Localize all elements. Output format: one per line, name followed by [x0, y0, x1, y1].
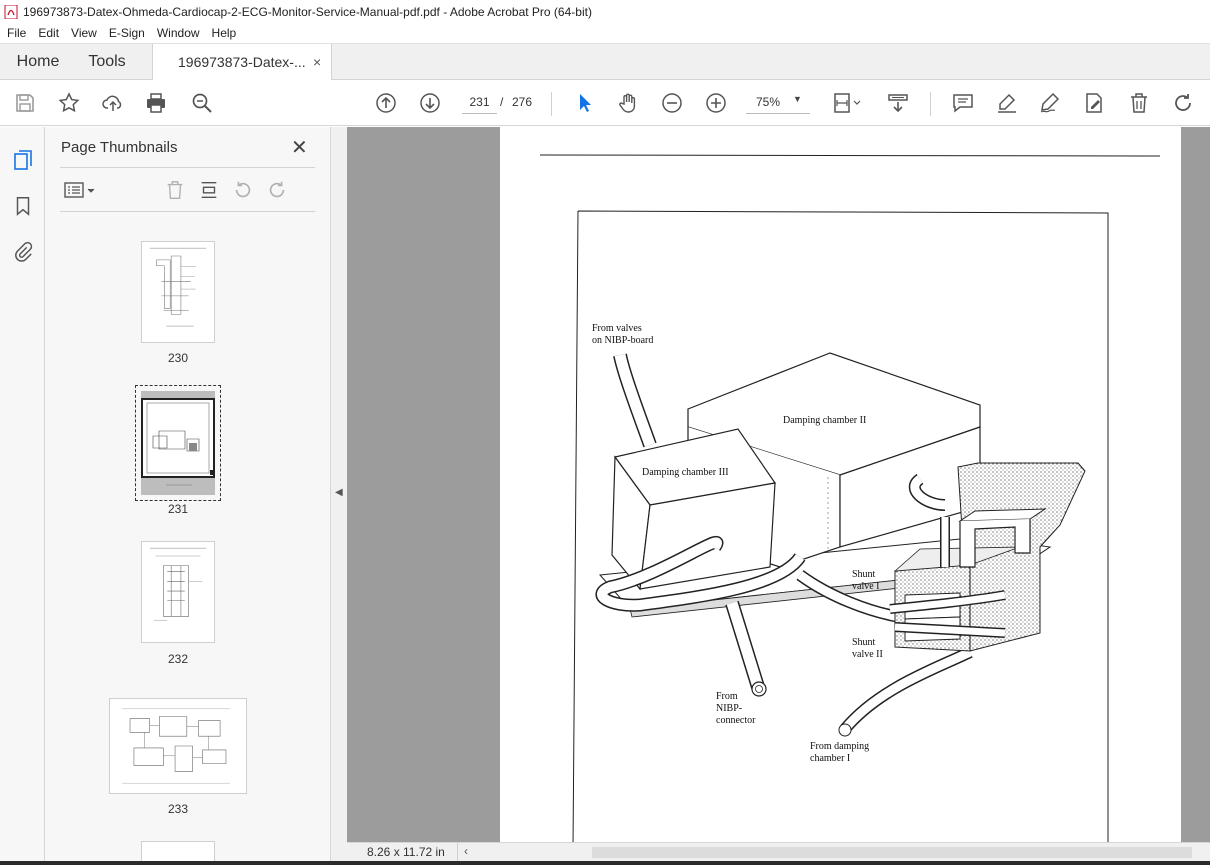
bookmark-star-icon[interactable]: [55, 89, 83, 117]
edit-icon[interactable]: [1080, 89, 1108, 117]
divider: [60, 167, 315, 168]
tab-close-icon[interactable]: ×: [313, 44, 321, 80]
tab-tools[interactable]: Tools: [76, 44, 138, 80]
label-from-nibp-1: From: [716, 691, 738, 702]
upload-icon[interactable]: [99, 89, 127, 117]
page-down-icon[interactable]: [416, 89, 444, 117]
menu-bar: File Edit View E-Sign Window Help: [0, 23, 1210, 43]
thumbnail-page-number: 233: [167, 802, 189, 816]
tab-document-label: 196973873-Datex-...: [178, 54, 306, 70]
zoom-in-icon[interactable]: [702, 89, 730, 117]
comment-icon[interactable]: [949, 89, 977, 117]
delete-page-icon[interactable]: [162, 177, 188, 203]
save-icon[interactable]: [11, 89, 39, 117]
thumbnail-page-number: 230: [167, 351, 189, 365]
thumbnail-panel: Page Thumbnails ✕ 230 231 232 233: [45, 127, 364, 865]
bookmark-icon[interactable]: [10, 193, 36, 219]
page-up-icon[interactable]: [372, 89, 400, 117]
page-thumbnails-icon[interactable]: [10, 147, 36, 173]
menu-help[interactable]: Help: [205, 26, 242, 40]
thumbnail-page[interactable]: [141, 841, 215, 861]
chevron-down-icon: ▼: [793, 94, 802, 104]
horizontal-scrollbar-thumb[interactable]: [592, 847, 1192, 858]
sign-icon[interactable]: [1036, 89, 1064, 117]
options-menu-icon[interactable]: [60, 177, 100, 203]
thumbnail-page[interactable]: [141, 241, 215, 343]
document-view[interactable]: From valves on NIBP-board Damping chambe…: [347, 127, 1210, 842]
page-diagram: From valves on NIBP-board Damping chambe…: [539, 154, 1161, 842]
menu-esign[interactable]: E-Sign: [102, 26, 150, 40]
page-total: 276: [512, 95, 533, 109]
panel-title: Page Thumbnails: [61, 139, 178, 156]
label-damping-chamber-ii: Damping chamber II: [783, 415, 866, 426]
rotate-left-icon[interactable]: [230, 177, 256, 203]
tab-document[interactable]: 196973873-Datex-... ×: [152, 44, 332, 81]
window-titlebar: 196973873-Datex-Ohmeda-Cardiocap-2-ECG-M…: [0, 0, 1210, 23]
fit-page-icon[interactable]: [830, 89, 864, 117]
tab-home[interactable]: Home: [0, 44, 76, 80]
toolbar-divider: [930, 92, 931, 116]
divider: [457, 843, 458, 862]
thumbnail-page[interactable]: [141, 541, 215, 643]
zoom-out-icon[interactable]: [658, 89, 686, 117]
label-shunt-valve-i-2: valve I: [852, 581, 880, 592]
label-shunt-valve-ii-1: Shunt: [852, 637, 876, 648]
label-from-damping-1: From damping: [810, 741, 869, 752]
thumbnail-page-number: 232: [167, 652, 189, 666]
thumbnail-page[interactable]: [109, 698, 247, 794]
menu-view[interactable]: View: [64, 26, 102, 40]
scroll-left-icon[interactable]: ‹: [464, 844, 468, 858]
page-size-readout: 8.26 x 11.72 in: [367, 845, 445, 859]
menu-file[interactable]: File: [0, 26, 31, 40]
insert-page-icon[interactable]: [196, 177, 222, 203]
close-icon[interactable]: ✕: [291, 135, 308, 160]
pdf-page: From valves on NIBP-board Damping chambe…: [500, 127, 1181, 842]
print-icon[interactable]: [142, 89, 170, 117]
panel-splitter[interactable]: ◀: [330, 127, 347, 865]
divider: [60, 211, 315, 212]
scroll-mode-icon[interactable]: [884, 89, 912, 117]
tab-bar: Home Tools 196973873-Datex-... ×: [0, 43, 1210, 81]
thumbnail-list: 230 231 232 233: [45, 221, 305, 861]
collapse-arrow-icon[interactable]: ◀: [335, 487, 343, 498]
taskbar-strip: [0, 861, 1210, 865]
rotate-icon[interactable]: [1169, 89, 1197, 117]
zoom-value: 75%: [756, 95, 781, 109]
page-separator: /: [500, 95, 504, 109]
label-from-damping-2: chamber I: [810, 753, 850, 764]
delete-icon[interactable]: [1125, 89, 1153, 117]
hand-icon[interactable]: [614, 89, 642, 117]
highlight-icon[interactable]: [993, 89, 1021, 117]
status-bar: 8.26 x 11.72 in ‹: [347, 842, 1210, 862]
thumbnail-toolbar: [60, 175, 315, 205]
label-from-valves-1: From valves: [592, 323, 642, 334]
label-from-nibp-3: connector: [716, 715, 756, 726]
label-shunt-valve-i-1: Shunt: [852, 569, 876, 580]
toolbar-divider: [551, 92, 552, 116]
thumbnail-page[interactable]: [141, 391, 215, 495]
navigation-rail: [0, 127, 45, 865]
menu-edit[interactable]: Edit: [31, 26, 64, 40]
window-title: 196973873-Datex-Ohmeda-Cardiocap-2-ECG-M…: [23, 4, 592, 19]
label-damping-chamber-iii: Damping chamber III: [642, 467, 729, 478]
menu-window[interactable]: Window: [150, 26, 205, 40]
thumbnail-page-number: 231: [167, 502, 189, 516]
label-shunt-valve-ii-2: valve II: [852, 649, 883, 660]
label-from-valves-2: on NIBP-board: [592, 335, 653, 346]
select-cursor-icon[interactable]: [571, 89, 599, 117]
search-zoom-icon[interactable]: [188, 89, 216, 117]
acrobat-app-icon: [4, 4, 18, 19]
main-toolbar: / 276 75% ▼: [0, 80, 1210, 126]
rotate-right-icon[interactable]: [264, 177, 290, 203]
zoom-select[interactable]: 75% ▼: [746, 90, 810, 114]
attachment-icon[interactable]: [10, 239, 36, 265]
page-number-input[interactable]: [462, 90, 497, 114]
label-from-nibp-2: NIBP-: [716, 703, 742, 714]
